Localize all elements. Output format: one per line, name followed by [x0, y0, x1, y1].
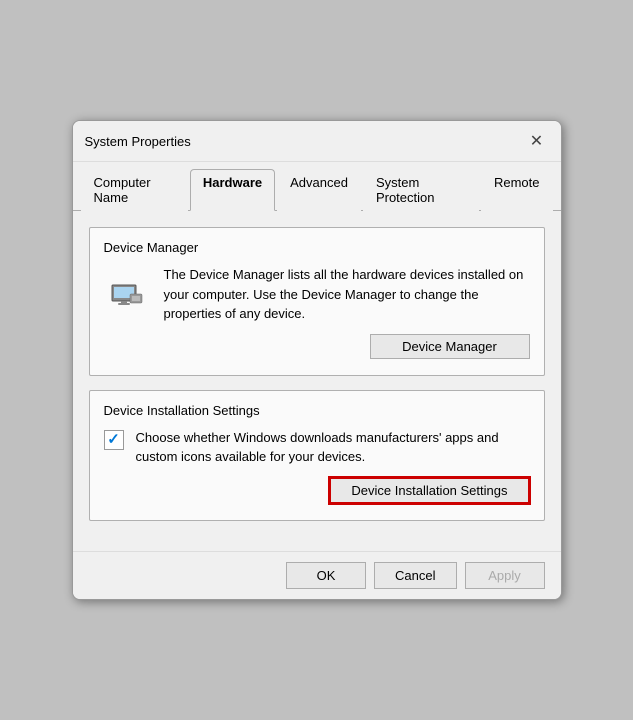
device-manager-description: The Device Manager lists all the hardwar… [164, 265, 530, 324]
device-installation-title: Device Installation Settings [104, 403, 530, 418]
tab-bar: Computer Name Hardware Advanced System P… [73, 162, 561, 211]
device-installation-row: ✓ Choose whether Windows downloads manuf… [104, 428, 530, 467]
apply-button[interactable]: Apply [465, 562, 545, 589]
device-manager-icon [104, 265, 152, 313]
close-button[interactable]: ✕ [525, 129, 549, 153]
device-installation-button[interactable]: Device Installation Settings [329, 477, 529, 504]
tab-advanced[interactable]: Advanced [277, 169, 361, 211]
device-manager-title: Device Manager [104, 240, 530, 255]
tab-hardware[interactable]: Hardware [190, 169, 275, 211]
title-bar: System Properties ✕ [73, 121, 561, 162]
device-installation-checkbox[interactable]: ✓ [104, 430, 124, 450]
tab-content: Device Manager Th [73, 211, 561, 551]
device-manager-button[interactable]: Device Manager [370, 334, 530, 359]
device-manager-section: Device Manager Th [89, 227, 545, 376]
device-manager-btn-row: Device Manager [104, 334, 530, 359]
hardware-svg-icon [108, 269, 148, 309]
dialog-title: System Properties [85, 134, 191, 149]
device-installation-btn-row: Device Installation Settings [104, 477, 530, 504]
device-installation-section: Device Installation Settings ✓ Choose wh… [89, 390, 545, 521]
cancel-button[interactable]: Cancel [374, 562, 456, 589]
device-manager-row: The Device Manager lists all the hardwar… [104, 265, 530, 324]
ok-button[interactable]: OK [286, 562, 366, 589]
tab-computer-name[interactable]: Computer Name [81, 169, 188, 211]
checkmark-icon: ✓ [107, 432, 120, 447]
device-installation-description: Choose whether Windows downloads manufac… [136, 428, 530, 467]
tab-remote[interactable]: Remote [481, 169, 553, 211]
tab-system-protection[interactable]: System Protection [363, 169, 479, 211]
footer-bar: OK Cancel Apply [73, 551, 561, 599]
system-properties-dialog: System Properties ✕ Computer Name Hardwa… [72, 120, 562, 600]
